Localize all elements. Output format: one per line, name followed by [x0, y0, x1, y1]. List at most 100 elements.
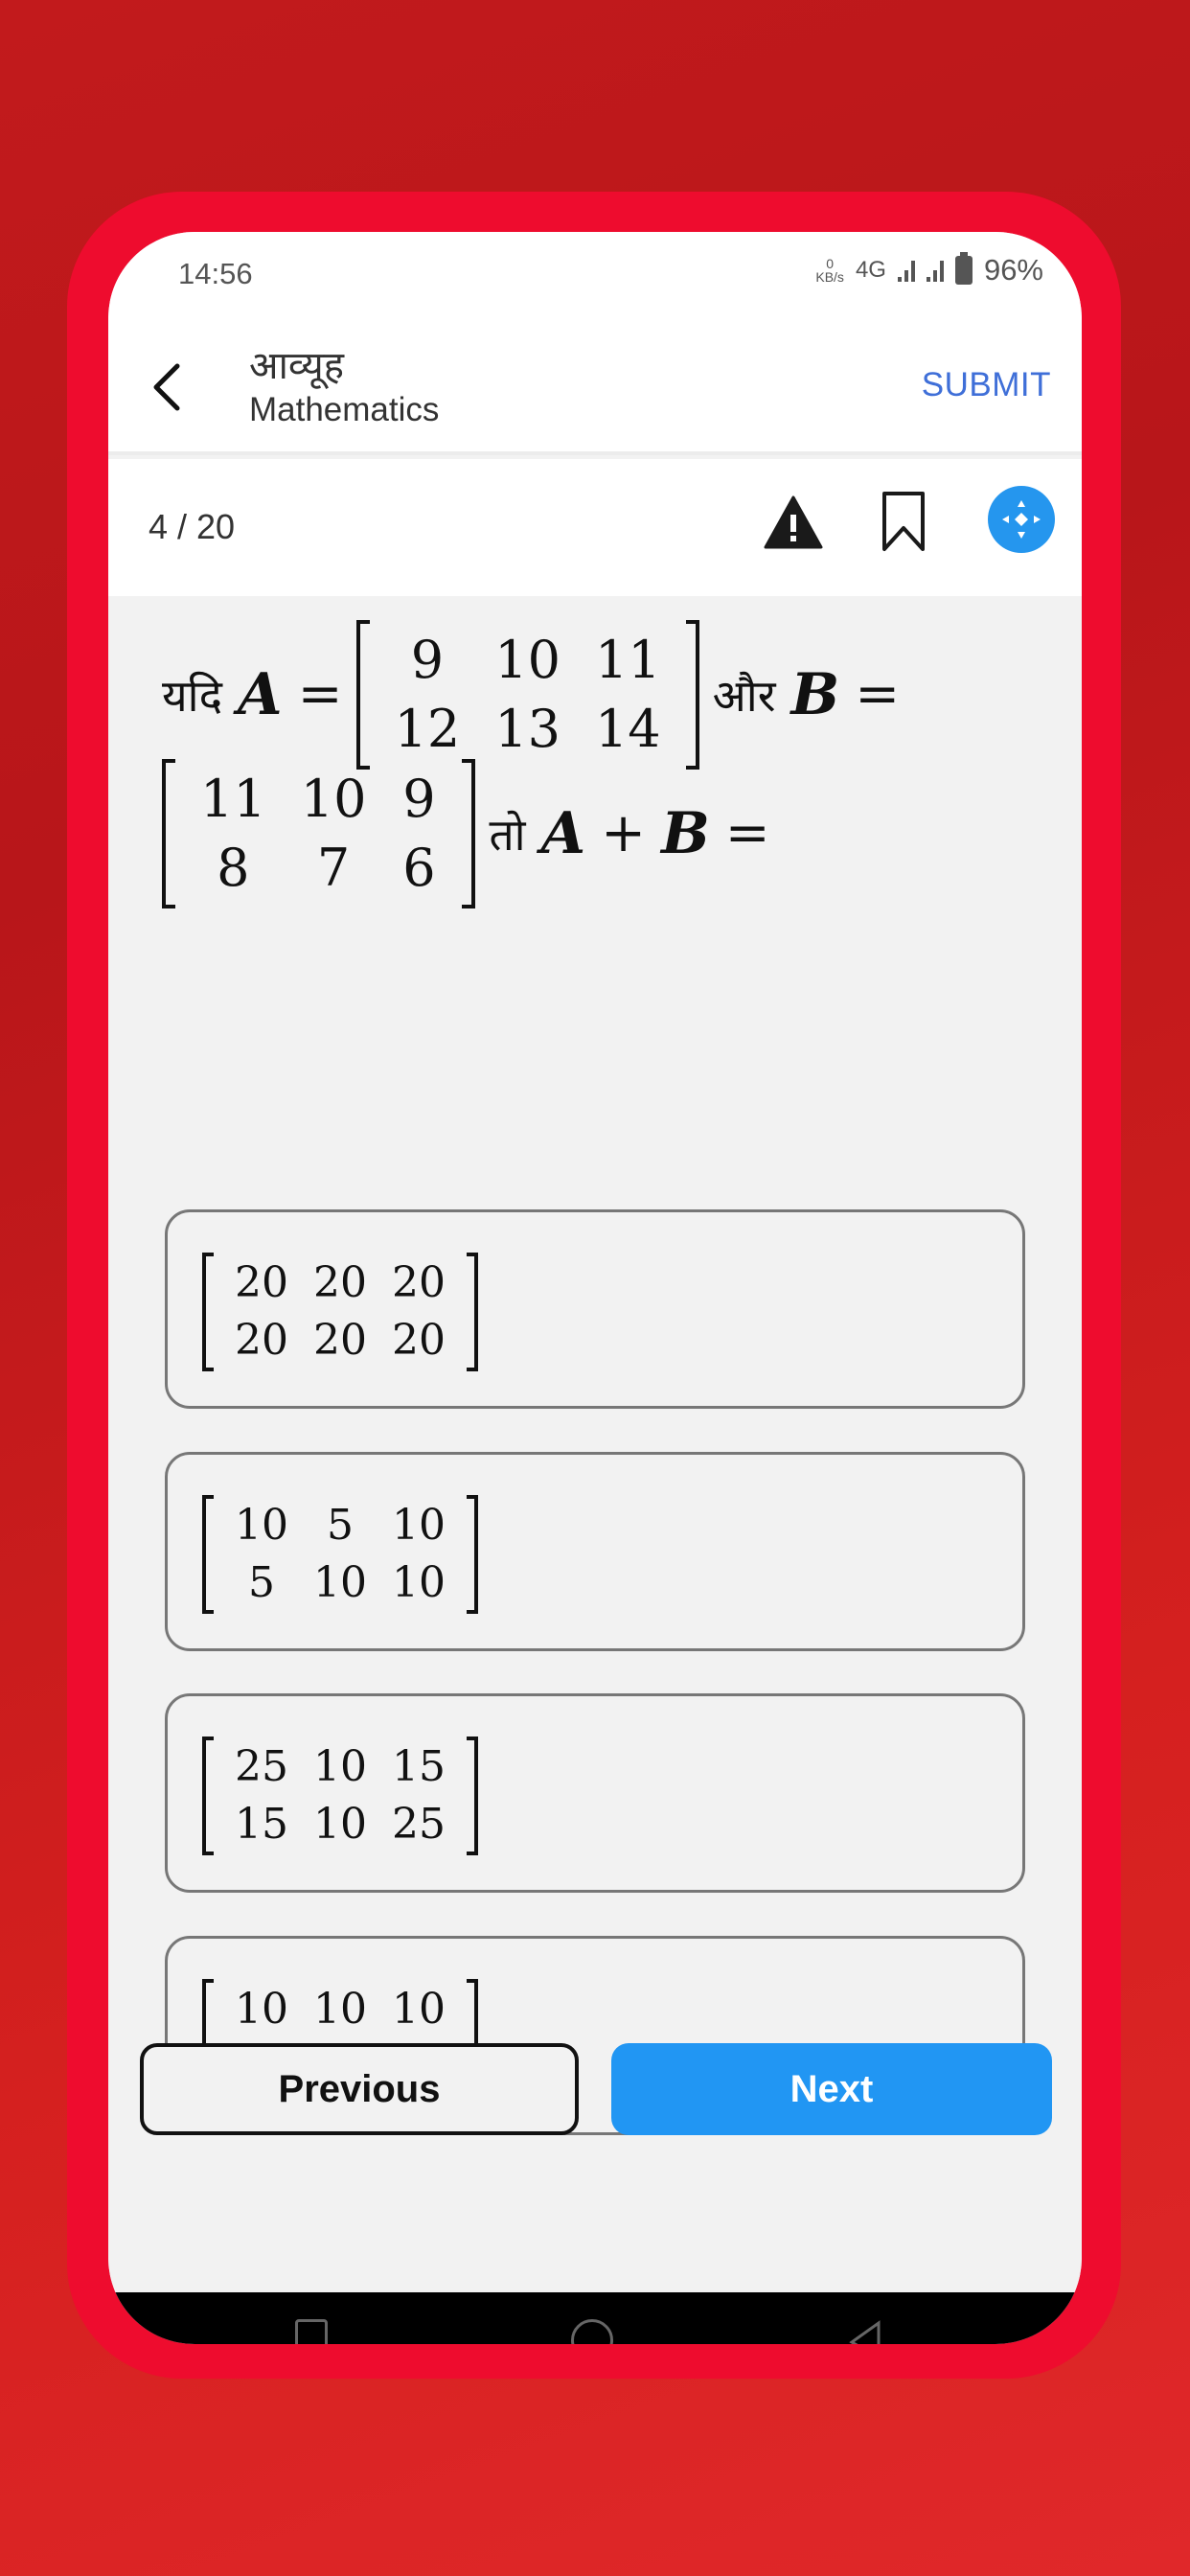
matrix-cell: 10 — [300, 768, 367, 829]
matrix-cell: 10 — [392, 1558, 446, 1607]
var-a: A — [238, 660, 283, 728]
bracket-left — [202, 1736, 214, 1855]
option-matrix-grid: 25 10 15 15 10 25 — [214, 1736, 467, 1855]
matrix-cell: 8 — [217, 837, 250, 898]
home-icon[interactable] — [571, 2319, 613, 2344]
matrix-cell: 15 — [235, 1800, 288, 1849]
page-title: आव्यूह — [249, 344, 344, 388]
matrix-cell: 13 — [494, 698, 561, 759]
signal-icon — [897, 259, 915, 282]
network-type: 4G — [855, 257, 886, 283]
bracket-right — [467, 1736, 478, 1855]
page-subtitle: Mathematics — [249, 391, 440, 428]
report-button[interactable] — [760, 494, 827, 551]
equals-sign: = — [297, 663, 343, 725]
matrix-cell: 9 — [402, 768, 436, 829]
matrix-cell: 20 — [313, 1316, 367, 1365]
matrix-b: 11 10 9 8 7 6 — [162, 758, 476, 908]
matrix-cell: 10 — [313, 1742, 367, 1791]
matrix-cell: 25 — [235, 1742, 288, 1791]
matrix-cell: 20 — [313, 1258, 367, 1307]
question-text: यदि A = 9 10 11 12 13 14 और B = 11 10 9 … — [162, 619, 1043, 908]
matrix-cell: 20 — [392, 1316, 446, 1365]
var-a: A — [540, 799, 586, 867]
option-matrix-grid: 20 20 20 20 20 20 — [214, 1253, 467, 1371]
net-speed-unit: KB/s — [815, 269, 844, 285]
bracket-right — [467, 1495, 478, 1614]
question-line-1: यदि A = 9 10 11 12 13 14 और B = — [162, 619, 1043, 770]
net-speed: 0 KB/s — [815, 257, 844, 284]
bracket-left — [202, 1253, 214, 1371]
matrix-cell: 11 — [594, 629, 661, 690]
matrix-cell: 14 — [594, 698, 661, 759]
matrix-cell: 5 — [248, 1558, 275, 1607]
recent-apps-icon[interactable] — [295, 2319, 328, 2344]
option-3[interactable]: 25 10 15 15 10 25 — [165, 1693, 1025, 1893]
matrix-cell: 12 — [394, 698, 461, 759]
bracket-right — [467, 1253, 478, 1371]
bookmark-icon — [882, 492, 925, 551]
matrix-cell: 7 — [316, 837, 351, 898]
app-header: आव्यूह Mathematics SUBMIT — [108, 318, 1082, 455]
net-speed-value: 0 — [826, 256, 835, 271]
navigation-grid-icon — [1002, 500, 1041, 539]
matrix-a: 9 10 11 12 13 14 — [355, 619, 699, 770]
question-toolbar: 4 / 20 — [108, 459, 1082, 596]
matrix-a-grid: 9 10 11 12 13 14 — [370, 620, 686, 770]
matrix-cell: 6 — [402, 837, 436, 898]
var-b: B — [661, 799, 710, 867]
back-button[interactable] — [145, 358, 193, 416]
warning-icon — [764, 495, 823, 549]
matrix-cell: 10 — [313, 1800, 367, 1849]
matrix-cell: 9 — [410, 629, 445, 690]
matrix-cell: 10 — [235, 1501, 288, 1550]
question-line-2: 11 10 9 8 7 6 तो A + B = — [162, 758, 1043, 908]
bracket-left — [162, 758, 175, 908]
matrix-cell: 10 — [313, 1985, 367, 2034]
var-b: B — [790, 660, 840, 728]
matrix-b-grid: 11 10 9 8 7 6 — [175, 759, 462, 908]
matrix-cell: 10 — [392, 1985, 446, 2034]
question-prefix: यदि — [162, 669, 223, 722]
option-matrix: 25 10 15 15 10 25 — [202, 1736, 478, 1855]
matrix-cell: 10 — [235, 1985, 288, 2034]
signal-icon-2 — [926, 259, 944, 282]
bracket-right — [462, 758, 476, 908]
matrix-cell: 10 — [313, 1558, 367, 1607]
battery-icon — [954, 252, 973, 285]
matrix-cell: 11 — [200, 768, 266, 829]
option-matrix: 10 5 10 5 10 10 — [202, 1495, 478, 1614]
then-word: तो — [489, 808, 526, 861]
status-bar: 14:56 0 KB/s 4G 96% — [108, 232, 1082, 318]
matrix-cell: 15 — [392, 1742, 446, 1791]
back-triangle-icon[interactable] — [846, 2319, 884, 2344]
conjunction: और — [712, 669, 776, 722]
bookmark-button[interactable] — [875, 488, 932, 555]
status-icons: 0 KB/s 4G 96% — [815, 252, 1043, 288]
bracket-left — [202, 1495, 214, 1614]
phone-screen: 14:56 0 KB/s 4G 96% आव्यूह Mathematics S… — [108, 232, 1082, 2344]
matrix-cell: 25 — [392, 1800, 446, 1849]
option-matrix: 20 20 20 20 20 20 — [202, 1253, 478, 1371]
option-2[interactable]: 10 5 10 5 10 10 — [165, 1452, 1025, 1651]
question-counter: 4 / 20 — [149, 507, 236, 546]
matrix-cell: 5 — [327, 1501, 354, 1550]
chevron-left-icon — [153, 363, 180, 411]
matrix-cell: 10 — [392, 1501, 446, 1550]
question-content: यदि A = 9 10 11 12 13 14 और B = 11 10 9 … — [108, 596, 1082, 2292]
matrix-cell: 20 — [235, 1316, 288, 1365]
status-time: 14:56 — [178, 257, 253, 290]
submit-button[interactable]: SUBMIT — [922, 366, 1051, 404]
next-button[interactable]: Next — [611, 2043, 1052, 2135]
option-matrix-grid: 10 5 10 5 10 10 — [214, 1495, 467, 1614]
question-navigator-button[interactable] — [988, 486, 1055, 553]
option-1[interactable]: 20 20 20 20 20 20 — [165, 1209, 1025, 1409]
plus-sign: + — [601, 802, 647, 864]
matrix-cell: 20 — [392, 1258, 446, 1307]
bracket-left — [355, 619, 370, 770]
equals-sign: = — [855, 663, 901, 725]
matrix-cell: 10 — [494, 629, 561, 690]
bracket-right — [685, 619, 699, 770]
battery-percent: 96% — [983, 253, 1043, 287]
previous-button[interactable]: Previous — [140, 2043, 579, 2135]
